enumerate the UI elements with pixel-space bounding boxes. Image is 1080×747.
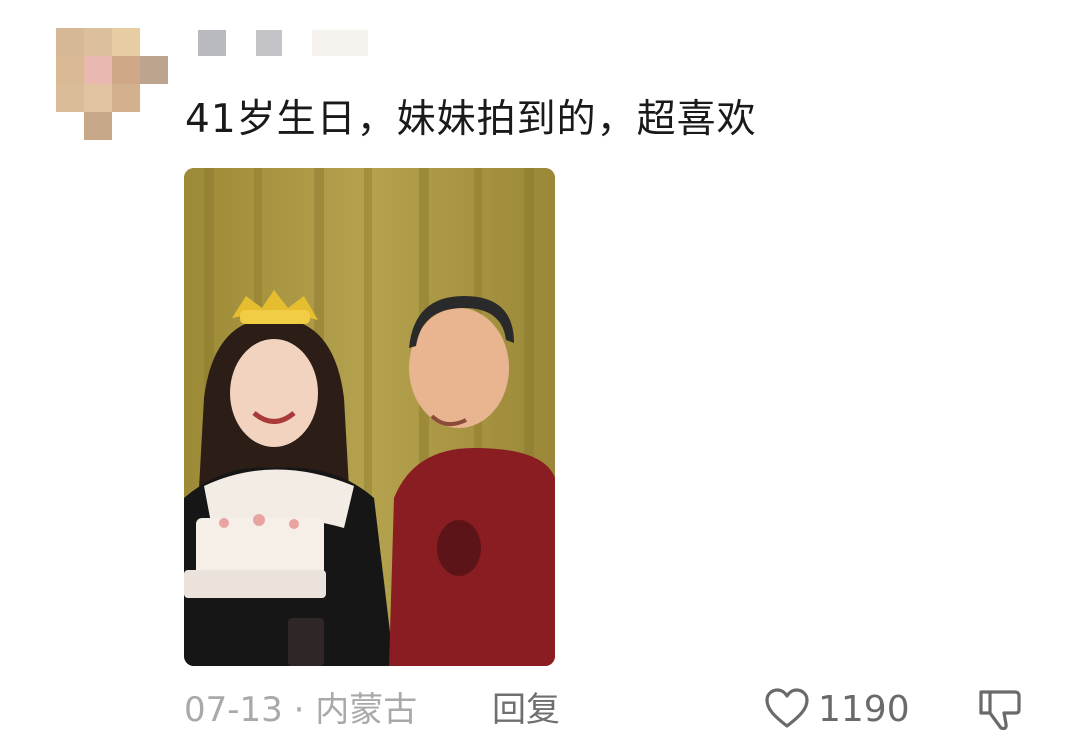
photo-illustration xyxy=(184,168,555,666)
avatar-pixel xyxy=(84,56,112,84)
comment-location: 内蒙古 xyxy=(315,690,418,730)
avatar-pixel xyxy=(56,84,84,112)
avatar-pixel xyxy=(112,28,140,56)
avatar-pixel xyxy=(112,56,140,84)
like-count: 1190 xyxy=(818,689,910,730)
redaction-block xyxy=(256,30,282,56)
comment-text: 41岁生日，妹妹拍到的，超喜欢 xyxy=(185,97,757,142)
avatar-pixel xyxy=(84,112,112,140)
avatar-pixel xyxy=(84,84,112,112)
redaction-block xyxy=(198,30,226,56)
meta-separator: · xyxy=(293,690,305,730)
heart-icon xyxy=(764,687,810,733)
avatar-pixel xyxy=(56,56,84,84)
avatar-pixel xyxy=(140,56,168,84)
username-redacted[interactable] xyxy=(198,30,378,56)
dislike-button[interactable] xyxy=(975,684,1025,734)
comment-date: 07-13 xyxy=(184,690,283,730)
like-button[interactable]: 1190 xyxy=(764,684,910,736)
comment-photo[interactable] xyxy=(184,168,555,666)
thumbs-down-icon xyxy=(975,690,1025,738)
avatar-pixel xyxy=(112,84,140,112)
redaction-block xyxy=(312,30,368,56)
avatar-pixel xyxy=(56,28,84,56)
reply-button[interactable]: 回复 xyxy=(492,688,560,732)
avatar-pixel xyxy=(84,28,112,56)
comment-meta: 07-13 · 内蒙古 xyxy=(184,688,417,732)
avatar[interactable] xyxy=(56,28,170,142)
